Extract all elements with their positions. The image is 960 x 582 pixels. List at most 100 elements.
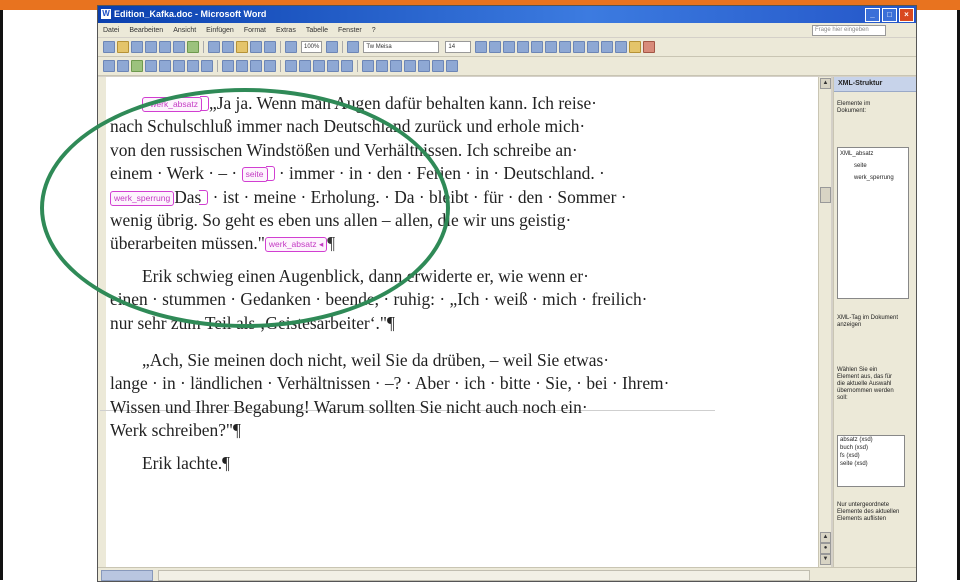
xml-element-tree[interactable]: XML_absatz seite werk_sperrung [837,147,909,299]
scrollbar-thumb[interactable] [820,187,831,203]
tree-item-absatz[interactable]: XML_absatz [838,148,908,160]
tool-icon-1[interactable] [103,60,115,72]
show-xml-tags-checkbox[interactable]: XML-Tag im Dokument anzeigen [837,315,909,329]
tool-icon-14[interactable] [299,60,311,72]
text-line: Wissen und Ihrer Begabung! Warum sollten… [110,396,588,417]
menu-item-bearbeiten[interactable]: Bearbeiten [129,27,163,34]
bold-icon[interactable] [475,41,488,53]
menu-item-fenster[interactable]: Fenster [338,27,362,34]
tool-icon-9[interactable] [222,60,234,72]
justify-icon[interactable] [559,41,572,53]
menu-item-einfuegen[interactable]: Einfügen [206,27,234,34]
align-left-icon[interactable] [517,41,530,53]
tool-icon-13[interactable] [285,60,297,72]
view-buttons[interactable] [101,570,153,581]
tool-icon-10[interactable] [236,60,248,72]
text-line: „Ach, Sie meinen doch nicht, weil Sie da… [142,350,610,371]
numbering-icon[interactable] [573,41,586,53]
open-folder-icon[interactable] [117,41,129,53]
tool-icon-3[interactable] [131,60,143,72]
indent-icon[interactable] [601,41,614,53]
standard-toolbar: 100% Tw Meisa 14 [98,38,916,57]
next-page-icon[interactable]: ▼ [820,554,831,565]
browse-object-icon[interactable]: ● [820,543,831,554]
tool-icon-23[interactable] [432,60,444,72]
spelling-icon[interactable] [187,41,199,53]
paste-icon[interactable] [236,41,248,53]
child-elements-checkbox[interactable]: Nur untergeordnete Elemente des aktuelle… [837,502,909,523]
toolbar-separator [280,41,281,53]
tree-item-werk-sperrung[interactable]: werk_sperrung [838,172,908,184]
menu-bar: Datei Bearbeiten Ansicht Einfügen Format… [98,23,916,37]
underline-icon[interactable] [503,41,516,53]
previous-page-icon[interactable]: ▲ [820,532,831,543]
text-line: Erik lachte.¶ [142,452,231,473]
text-line: Werk schreiben?"¶ [110,420,241,441]
font-size-select[interactable]: 14 [445,41,472,53]
align-right-icon[interactable] [545,41,558,53]
tool-icon-18[interactable] [362,60,374,72]
tool-icon-8[interactable] [201,60,213,72]
tool-icon-5[interactable] [159,60,171,72]
scroll-up-arrow-icon[interactable]: ▲ [820,78,831,89]
toolbar-separator [280,60,281,72]
outdent-icon[interactable] [615,41,628,53]
copy-icon[interactable] [222,41,234,53]
paragraph: Erik lachte.¶ [110,452,820,475]
tool-icon-2[interactable] [117,60,129,72]
tool-icon-22[interactable] [418,60,430,72]
tool-icon-7[interactable] [187,60,199,72]
help-search-input[interactable]: Frage hier eingeben [812,25,886,36]
new-document-icon[interactable] [103,41,115,53]
title-bar[interactable]: W Edition_Kafka.doc - Microsoft Word _ □… [98,6,916,23]
tool-icon-16[interactable] [327,60,339,72]
element-list[interactable]: absatz (xsd) buch (xsd) fs (xsd) seite (… [837,435,905,487]
menu-item-datei[interactable]: Datei [103,27,119,34]
elements-label: Elemente im Dokument: [837,101,871,114]
tool-icon-12[interactable] [264,60,276,72]
menu-item-format[interactable]: Format [244,27,266,34]
tool-icon-11[interactable] [250,60,262,72]
help-icon[interactable] [326,41,339,53]
list-item[interactable]: seite (xsd) [838,460,904,468]
tree-item-seite[interactable]: seite [838,160,908,172]
zoom-select[interactable]: 100% [301,41,323,53]
italic-icon[interactable] [489,41,502,53]
align-center-icon[interactable] [531,41,544,53]
permission-icon[interactable] [145,41,157,53]
bullets-icon[interactable] [587,41,600,53]
close-button[interactable]: × [899,8,914,22]
minimize-button[interactable]: _ [865,8,880,22]
tool-icon-4[interactable] [145,60,157,72]
list-item[interactable]: buch (xsd) [838,444,904,452]
print-icon[interactable] [159,41,171,53]
menu-item-extras[interactable]: Extras [276,27,296,34]
save-icon[interactable] [131,41,143,53]
tool-icon-19[interactable] [376,60,388,72]
list-item[interactable]: fs (xsd) [838,452,904,460]
menu-item-help[interactable]: ? [372,27,376,34]
maximize-button[interactable]: □ [882,8,897,22]
redo-icon[interactable] [264,41,276,53]
tool-icon-24[interactable] [446,60,458,72]
tool-icon-20[interactable] [390,60,402,72]
style-icon[interactable] [347,41,360,53]
undo-icon[interactable] [250,41,262,53]
menu-item-tabelle[interactable]: Tabelle [306,27,328,34]
tool-icon-21[interactable] [404,60,416,72]
toolbar-separator [203,41,204,53]
tool-icon-17[interactable] [341,60,353,72]
taskpane-title[interactable]: XML-Struktur [834,77,916,92]
tool-icon-15[interactable] [313,60,325,72]
tool-icon-6[interactable] [173,60,185,72]
table-icon[interactable] [285,41,297,53]
horizontal-scrollbar[interactable] [158,570,810,581]
menu-item-ansicht[interactable]: Ansicht [173,27,196,34]
highlight-icon[interactable] [629,41,642,53]
font-name-select[interactable]: Tw Meisa [363,41,440,53]
element-help-text: Wählen Sie ein Element aus, das für die … [837,367,894,401]
list-item[interactable]: absatz (xsd) [838,436,904,444]
font-color-icon[interactable] [643,41,656,53]
cut-icon[interactable] [208,41,220,53]
print-preview-icon[interactable] [173,41,185,53]
